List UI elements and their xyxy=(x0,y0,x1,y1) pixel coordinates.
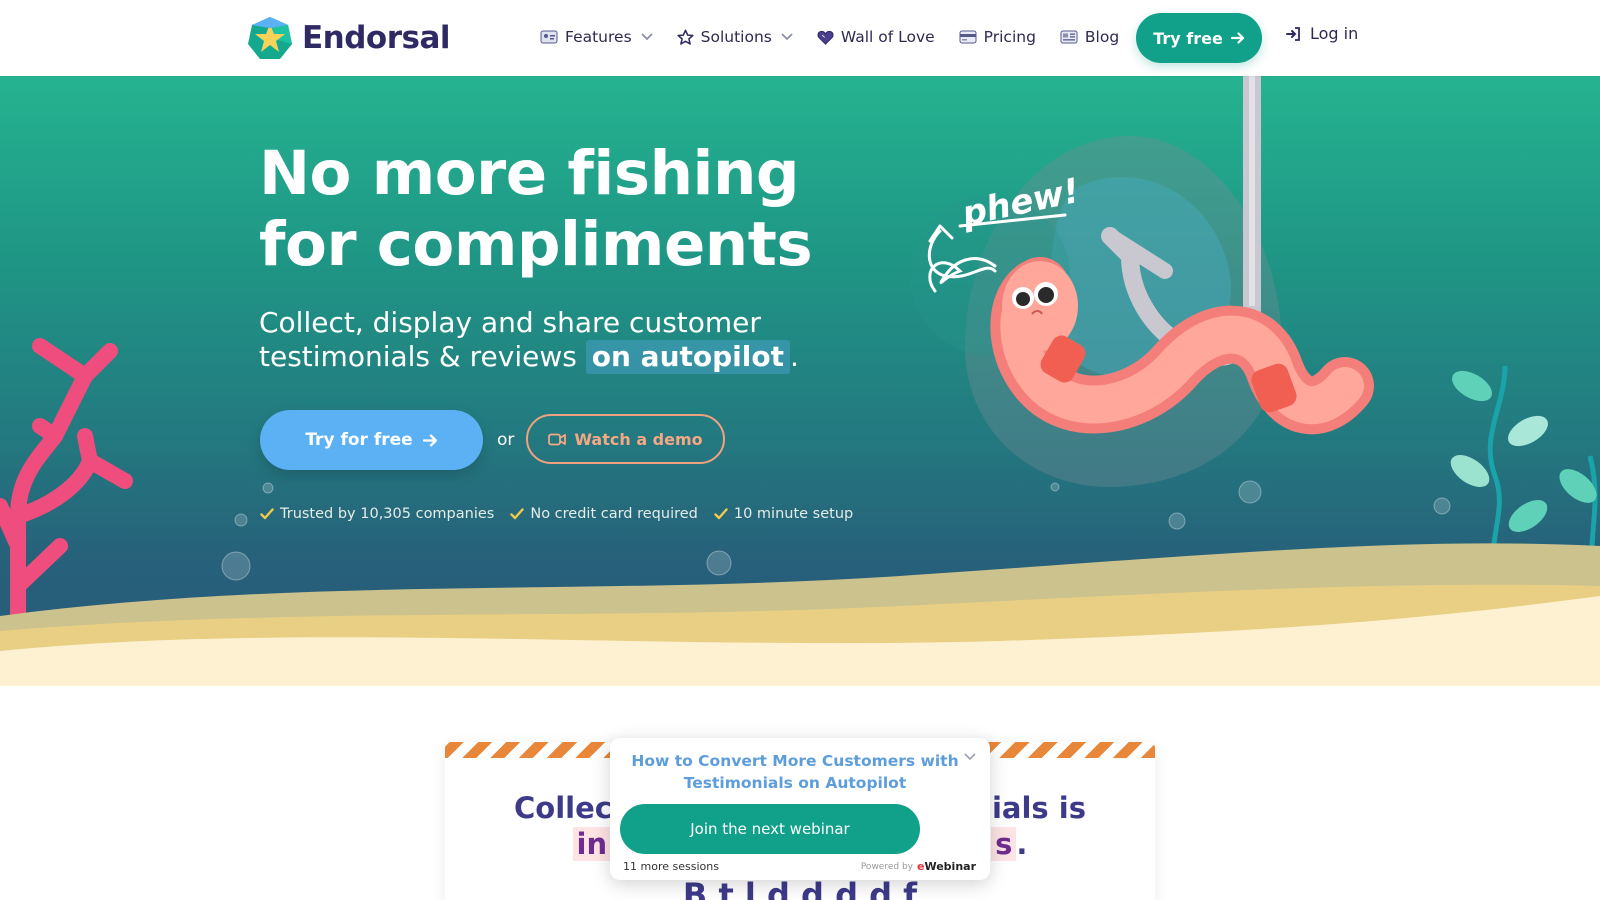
try-free-button[interactable]: Try free xyxy=(1136,13,1262,63)
arrow-right-icon xyxy=(422,434,437,446)
nav-item-features[interactable]: Features xyxy=(540,28,653,46)
card-heading-line2-end: . xyxy=(1016,827,1028,861)
trust-text: No credit card required xyxy=(530,506,698,522)
or-separator: or xyxy=(497,430,515,450)
ewebinar-logo: eWebinar xyxy=(917,860,976,873)
brand-name: Endorsal xyxy=(302,20,451,56)
newspaper-icon xyxy=(1060,30,1078,44)
card-heading-line2-right: s xyxy=(991,827,1017,861)
nav-item-solutions[interactable]: Solutions xyxy=(677,28,793,46)
powered-by-label: Powered by xyxy=(860,861,913,872)
nav-item-pricing[interactable]: Pricing xyxy=(959,28,1036,46)
video-camera-icon xyxy=(548,433,567,445)
powered-by: Powered by eWebinar xyxy=(861,860,976,873)
nav-item-label: Wall of Love xyxy=(840,28,935,46)
credit-card-icon xyxy=(959,30,977,44)
card-heading-line2-left: in xyxy=(572,827,612,861)
hero-subtitle-period: . xyxy=(789,340,799,373)
trust-item: 10 minute setup xyxy=(714,506,853,522)
more-sessions-link[interactable]: 11 more sessions xyxy=(623,860,719,873)
try-for-free-button[interactable]: Try for free xyxy=(260,410,483,470)
hero-subtitle-line2: testimonials & reviews xyxy=(259,340,577,373)
webinar-popup[interactable]: How to Convert More Customers with Testi… xyxy=(610,738,990,880)
autopilot-highlight: on autopilot xyxy=(585,340,790,374)
heart-icon xyxy=(817,30,834,45)
chevron-down-icon xyxy=(781,33,793,41)
nav-item-label: Pricing xyxy=(983,28,1036,46)
star-icon xyxy=(677,29,694,45)
trust-item: Trusted by 10,305 companies xyxy=(260,506,494,522)
watch-demo-button[interactable]: Watch a demo xyxy=(526,414,725,464)
chevron-down-icon[interactable] xyxy=(964,753,976,761)
card-heading-right: ials is xyxy=(991,791,1086,825)
logo[interactable]: Endorsal xyxy=(246,14,451,62)
chevron-down-icon xyxy=(641,33,653,41)
try-free-label: Try free xyxy=(1153,28,1223,48)
star-logo-icon xyxy=(248,17,292,59)
hero-title: No more fishing for compliments xyxy=(259,138,813,280)
nav-item-label: Features xyxy=(565,28,632,46)
sign-in-icon xyxy=(1286,26,1300,41)
hero-section: phew! No more fishing for compliments Co… xyxy=(0,76,1600,686)
try-for-free-label: Try for free xyxy=(305,430,413,450)
card-heading-left: Collec xyxy=(514,791,612,825)
trust-text: Trusted by 10,305 companies xyxy=(280,506,495,522)
coral xyxy=(0,338,133,654)
login-link[interactable]: Log in xyxy=(1286,24,1358,43)
main-menu: Features Solutions Wall of Love Pricing … xyxy=(540,22,1143,52)
webinar-title: How to Convert More Customers with Testi… xyxy=(631,752,959,792)
top-navigation: Endorsal Features Solutions Wall of Love… xyxy=(0,0,1600,76)
watch-demo-label: Watch a demo xyxy=(574,429,703,449)
trust-text: 10 minute setup xyxy=(733,506,854,522)
check-icon xyxy=(510,508,525,520)
id-card-icon xyxy=(540,30,558,44)
trust-badges: Trusted by 10,305 companies No credit ca… xyxy=(260,506,853,522)
login-label: Log in xyxy=(1310,24,1359,43)
trust-item: No credit card required xyxy=(510,506,698,522)
nav-item-label: Blog xyxy=(1084,28,1120,46)
nav-item-wall-of-love[interactable]: Wall of Love xyxy=(817,28,935,46)
nav-item-label: Solutions xyxy=(700,28,772,46)
nav-item-blog[interactable]: Blog xyxy=(1060,28,1119,46)
join-webinar-button[interactable]: Join the next webinar xyxy=(620,804,920,854)
hero-subtitle: Collect, display and share customer test… xyxy=(259,306,839,374)
check-icon xyxy=(714,508,728,520)
hero-subtitle-line1: Collect, display and share customer xyxy=(259,306,761,339)
arrow-right-icon xyxy=(1230,32,1244,44)
check-icon xyxy=(260,508,274,520)
ewebinar-logo-text: Webinar xyxy=(924,860,976,873)
